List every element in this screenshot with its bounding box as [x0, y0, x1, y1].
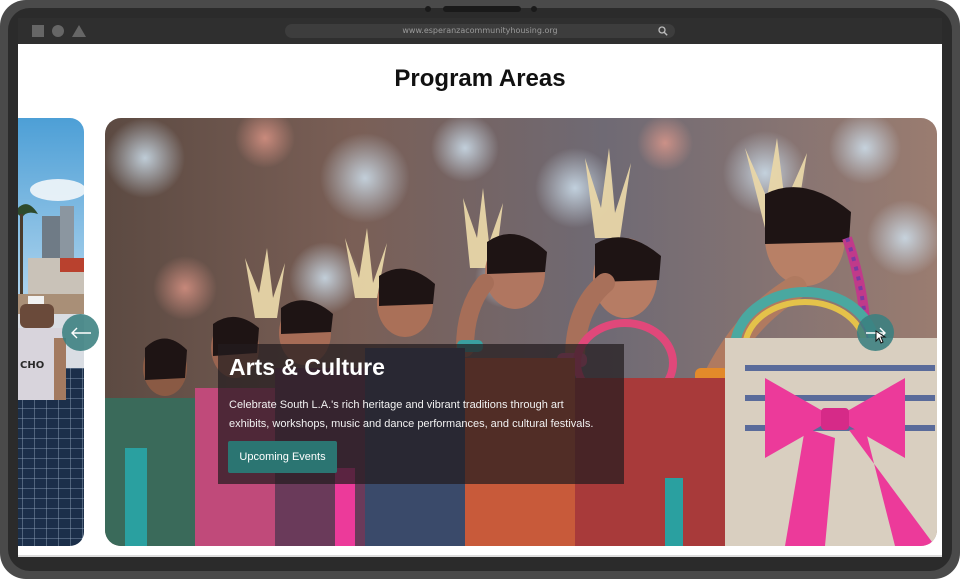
page-bottom-divider — [18, 555, 942, 557]
arrow-left-icon — [70, 327, 91, 338]
url-text: www.esperanzacommunityhousing.org — [402, 26, 558, 35]
speaker-grille — [443, 6, 521, 12]
upcoming-events-button[interactable]: Upcoming Events — [228, 441, 337, 473]
triangle-icon[interactable] — [72, 25, 86, 37]
svg-text:CHO: CHO — [20, 360, 44, 371]
search-icon[interactable] — [658, 26, 668, 36]
active-slide[interactable]: Arts & Culture Celebrate South L.A.'s ri… — [105, 118, 937, 546]
slide-caption: Arts & Culture Celebrate South L.A.'s ri… — [218, 344, 624, 484]
sensor-icon — [531, 6, 537, 12]
circle-icon[interactable] — [52, 25, 64, 37]
slide-title: Arts & Culture — [229, 354, 385, 380]
browser-toolbar: www.esperanzacommunityhousing.org — [18, 18, 942, 44]
mouse-cursor-icon — [875, 330, 887, 344]
web-page: Program Areas CHO Arts & Culture Celebra… — [18, 44, 942, 555]
carousel-prev-button[interactable] — [62, 314, 99, 351]
device-frame: www.esperanzacommunityhousing.org Progra… — [0, 0, 960, 579]
square-icon[interactable] — [32, 25, 44, 37]
camera-icon — [425, 6, 431, 12]
page-title: Program Areas — [394, 65, 566, 92]
address-bar[interactable]: www.esperanzacommunityhousing.org — [285, 24, 675, 38]
slide-description: Celebrate South L.A.'s rich heritage and… — [229, 399, 594, 430]
